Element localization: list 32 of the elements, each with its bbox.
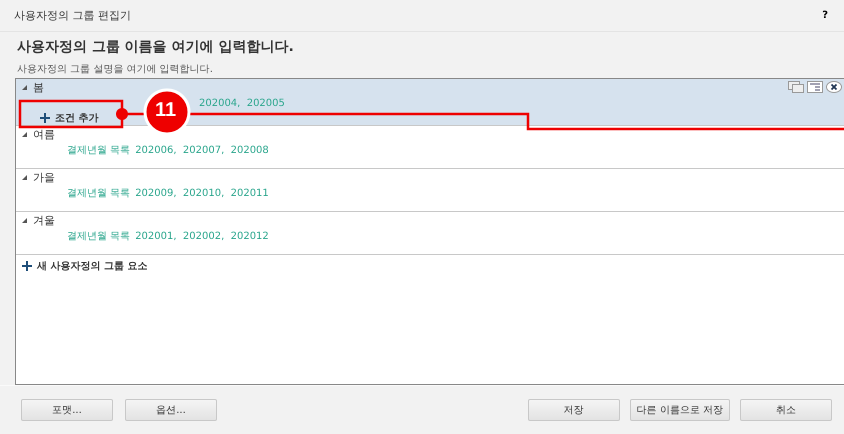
condition-label: 결제년월 목록: [67, 144, 130, 157]
group-name: 봄: [33, 80, 44, 95]
group-description-field[interactable]: 사용자정의 그룹 설명을 여기에 입력합니다.: [15, 62, 215, 76]
footer-button[interactable]: 저장: [528, 399, 620, 421]
window-title: 사용자정의 그룹 편집기: [14, 8, 131, 23]
condition-values: 202004, 202005: [199, 98, 285, 108]
expand-triangle-icon[interactable]: [22, 218, 27, 223]
list-icon[interactable]: [807, 81, 823, 93]
group-name-field[interactable]: 사용자정의 그룹 이름을 여기에 입력합니다.: [15, 38, 296, 56]
condition-values: 202009, 202010, 202011: [135, 188, 269, 198]
help-button[interactable]: ?: [818, 10, 832, 21]
condition-label: 결제년월 목록: [67, 187, 130, 200]
plus-icon: [40, 113, 50, 123]
expand-triangle-icon[interactable]: [22, 132, 27, 137]
footer-button[interactable]: 포맷...: [21, 399, 113, 421]
condition-label: 결제년월 목록: [67, 230, 130, 243]
condition-values: 202001, 202002, 202012: [135, 230, 269, 242]
group-row[interactable]: 겨울 결제년월 목록 202001, 202002, 202012: [16, 212, 844, 255]
condition-values: 202006, 202007, 202008: [135, 144, 269, 156]
new-group-element-button[interactable]: 새 사용자정의 그룹 요소: [16, 255, 148, 273]
group-name: 가을: [33, 170, 55, 185]
plus-icon: [22, 261, 32, 271]
footer-button[interactable]: 다른 이름으로 저장: [630, 399, 730, 421]
expand-triangle-icon[interactable]: [22, 175, 27, 180]
expand-triangle-icon[interactable]: [22, 85, 27, 90]
footer-button[interactable]: 취소: [740, 399, 832, 421]
group-row[interactable]: 가을 결제년월 목록 202009, 202010, 202011: [16, 169, 844, 212]
group-name: 겨울: [33, 213, 55, 228]
close-icon[interactable]: [826, 81, 842, 93]
group-name: 여름: [33, 127, 55, 142]
footer-button[interactable]: 옵션...: [125, 399, 217, 421]
callout-number: 11: [155, 99, 176, 122]
